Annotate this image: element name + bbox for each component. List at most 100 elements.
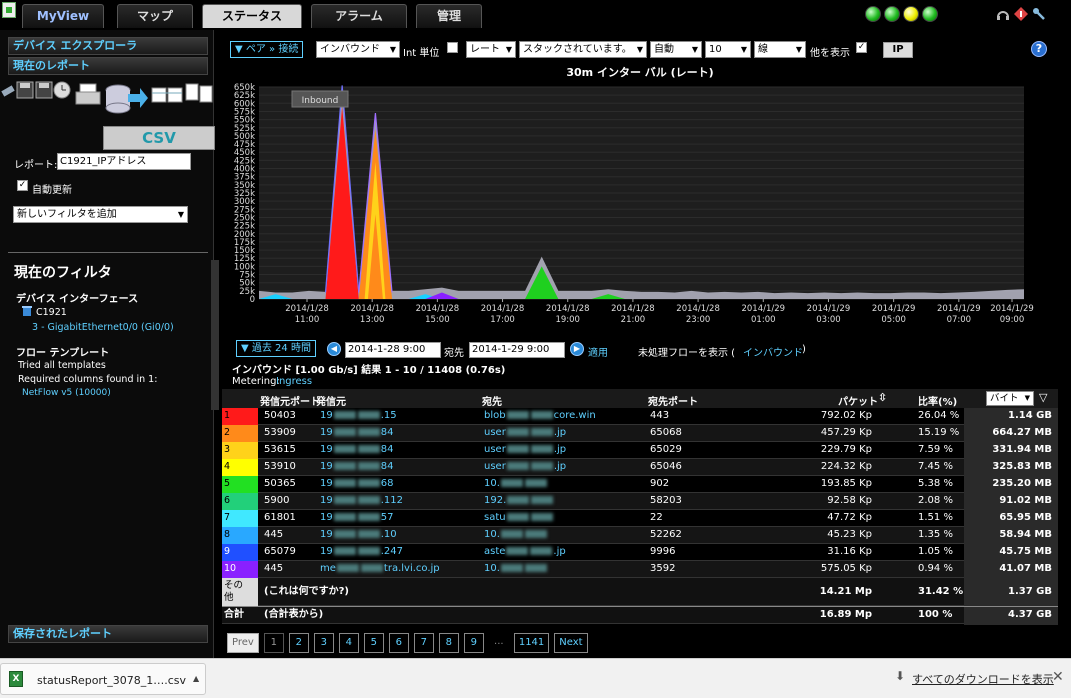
close-icon[interactable]: ✕: [1052, 669, 1064, 685]
auto-update-checkbox[interactable]: ✓: [17, 180, 28, 191]
rate-select[interactable]: レート: [466, 41, 516, 58]
device-explorer-header[interactable]: デバイス エクスプローラ: [8, 37, 208, 55]
tab-myview[interactable]: MyView: [22, 4, 104, 28]
int-unit-checkbox[interactable]: [447, 42, 458, 53]
page-8[interactable]: 8: [438, 633, 459, 653]
save-as-icon[interactable]: [35, 81, 53, 99]
export-database-icon[interactable]: [105, 84, 148, 114]
download-menu-chevron-icon[interactable]: ▲: [193, 674, 199, 683]
help-icon[interactable]: ?: [1031, 41, 1047, 57]
cell-dest-link[interactable]: satu: [484, 510, 554, 526]
col-src-port[interactable]: 発信元ポート: [260, 393, 320, 408]
table-row[interactable]: 10 445 575.05 Kp 0.94 % 3592 me tra.lvi.co.jp 1…: [222, 561, 1058, 578]
saved-reports-header[interactable]: 保存されたレポート: [8, 625, 208, 643]
page-7[interactable]: 7: [413, 633, 434, 653]
cell-dest-link[interactable]: 10.: [484, 476, 548, 492]
netflow-link[interactable]: NetFlow v5 (10000): [22, 388, 111, 398]
prev-period-icon[interactable]: ◀: [327, 342, 341, 356]
table-row[interactable]: 8 445 45.23 Kp 1.35 % 52262 19.10 10. 58.94 MB: [222, 527, 1058, 544]
pair-connection-button[interactable]: ▼ ペア » 接続: [230, 41, 304, 58]
apply-link[interactable]: 適用: [588, 344, 608, 359]
cell-dest-link[interactable]: blob core.win: [484, 408, 596, 424]
cell-src-link[interactable]: 19 68: [320, 476, 393, 492]
table-row[interactable]: 1 50403 792.02 Kp 26.04 % 443 19.15 blob core.w…: [222, 408, 1058, 425]
table-row[interactable]: 2 53909 457.29 Kp 15.19 % 65068 19 84 user .jp 66…: [222, 425, 1058, 442]
tab-alarm[interactable]: アラーム: [311, 4, 407, 28]
wrench-icon[interactable]: [1032, 7, 1046, 21]
interface-link[interactable]: 3 - GigabitEthernet0/0 (Gi0/0): [32, 322, 174, 333]
next-page-button[interactable]: Next: [554, 633, 588, 653]
auto-select[interactable]: 自動: [650, 41, 702, 58]
table-row[interactable]: 3 53615 229.79 Kp 7.59 % 65029 19 84 user .jp 331…: [222, 442, 1058, 459]
line-select[interactable]: 線: [754, 41, 806, 58]
col-src[interactable]: 発信元: [316, 393, 346, 408]
unit-select[interactable]: バイト ▼: [986, 391, 1034, 406]
info-diamond-icon[interactable]: [1014, 7, 1028, 21]
cell-dest-link[interactable]: user .jp: [484, 442, 566, 458]
page-9[interactable]: 9: [463, 633, 484, 653]
start-date-field[interactable]: 2014-1-28 9:00: [345, 342, 441, 358]
table-row[interactable]: 4 53910 224.32 Kp 7.45 % 65046 19 84 user .jp 325…: [222, 459, 1058, 476]
cell-dest-link[interactable]: 192.: [484, 493, 554, 509]
report-table-icon[interactable]: [151, 87, 183, 103]
cell-src-link[interactable]: 19 57: [320, 510, 393, 526]
apply-play-icon[interactable]: ▶: [570, 342, 584, 356]
cell-src-link[interactable]: me tra.lvi.co.jp: [320, 561, 440, 577]
csv-export-button[interactable]: CSV: [103, 126, 215, 150]
page-1[interactable]: 1: [263, 633, 284, 653]
add-filter-select[interactable]: 新しいフィルタを追加: [13, 206, 188, 223]
ip-button[interactable]: IP: [883, 42, 913, 58]
cell-dest-link[interactable]: 10.: [484, 561, 548, 577]
col-dest-port[interactable]: 宛先ポート: [648, 393, 698, 408]
direction-select[interactable]: インバウンド: [316, 41, 400, 58]
col-dest[interactable]: 宛先: [482, 393, 502, 408]
print-icon[interactable]: [75, 83, 101, 105]
sidebar-collapse-handle[interactable]: [211, 260, 219, 410]
table-row[interactable]: 6 5900 92.58 Kp 2.08 % 58203 19 .112 192. 91.02 …: [222, 493, 1058, 510]
cell-src-link[interactable]: 19.15: [320, 408, 397, 424]
report-name-field[interactable]: C1921_IPアドレス: [57, 153, 191, 170]
table-row[interactable]: 9 65079 31.16 Kp 1.05 % 9996 19 .247 aste .jp 45.…: [222, 544, 1058, 561]
cell-src-link[interactable]: 19 84: [320, 442, 393, 458]
col-ratio[interactable]: 比率(%): [918, 393, 957, 408]
show-all-downloads-link[interactable]: すべてのダウンロードを表示: [912, 671, 1054, 687]
page-4[interactable]: 4: [338, 633, 359, 653]
tab-admin[interactable]: 管理: [416, 4, 482, 28]
other-explain-label[interactable]: (これは何ですか?): [264, 584, 349, 600]
tab-map[interactable]: マップ: [117, 4, 193, 28]
sort-icon[interactable]: ⇳: [878, 391, 887, 404]
cell-dest-link[interactable]: user .jp: [484, 425, 566, 441]
save-icon[interactable]: [16, 81, 34, 99]
show-others-checkbox[interactable]: ✓: [856, 42, 867, 53]
page-5[interactable]: 5: [363, 633, 384, 653]
cell-dest-link[interactable]: 10.: [484, 527, 548, 543]
cell-src-link[interactable]: 19.10: [320, 527, 397, 543]
cell-dest-link[interactable]: aste .jp: [484, 544, 566, 560]
cell-dest-link[interactable]: user .jp: [484, 459, 566, 475]
headset-icon[interactable]: [996, 7, 1010, 21]
schedule-icon[interactable]: [53, 81, 71, 99]
download-file-name[interactable]: statusReport_3078_1….csv: [37, 674, 186, 687]
page-last[interactable]: 1141: [513, 633, 550, 653]
unprocessed-inbound-link[interactable]: インバウンド: [743, 344, 803, 359]
end-date-field[interactable]: 2014-1-29 9:00: [469, 342, 565, 358]
cell-src-link[interactable]: 19 84: [320, 425, 393, 441]
time-range-button[interactable]: ▼ 過去 24 時間: [236, 340, 316, 357]
document-icon[interactable]: [185, 83, 213, 103]
cell-src-link[interactable]: 19 .247: [320, 544, 403, 560]
table-row[interactable]: 5 50365 193.85 Kp 5.38 % 902 19 68 10. 235.20 MB: [222, 476, 1058, 493]
page-6[interactable]: 6: [388, 633, 409, 653]
column-menu-icon[interactable]: ▽: [1039, 391, 1047, 404]
page-3[interactable]: 3: [313, 633, 334, 653]
col-packets[interactable]: パケット: [838, 393, 878, 408]
page-2[interactable]: 2: [288, 633, 309, 653]
trash-icon[interactable]: [22, 306, 32, 316]
download-item[interactable]: X statusReport_3078_1….csv ▲: [0, 663, 206, 695]
tab-status[interactable]: ステータス: [202, 4, 302, 28]
metering-value[interactable]: Ingress: [276, 376, 312, 387]
prev-page-button[interactable]: Prev: [227, 633, 259, 653]
edit-icon[interactable]: [1, 85, 15, 97]
stacked-select[interactable]: スタックされています。: [519, 41, 647, 58]
cell-src-link[interactable]: 19 .112: [320, 493, 403, 509]
cell-src-link[interactable]: 19 84: [320, 459, 393, 475]
